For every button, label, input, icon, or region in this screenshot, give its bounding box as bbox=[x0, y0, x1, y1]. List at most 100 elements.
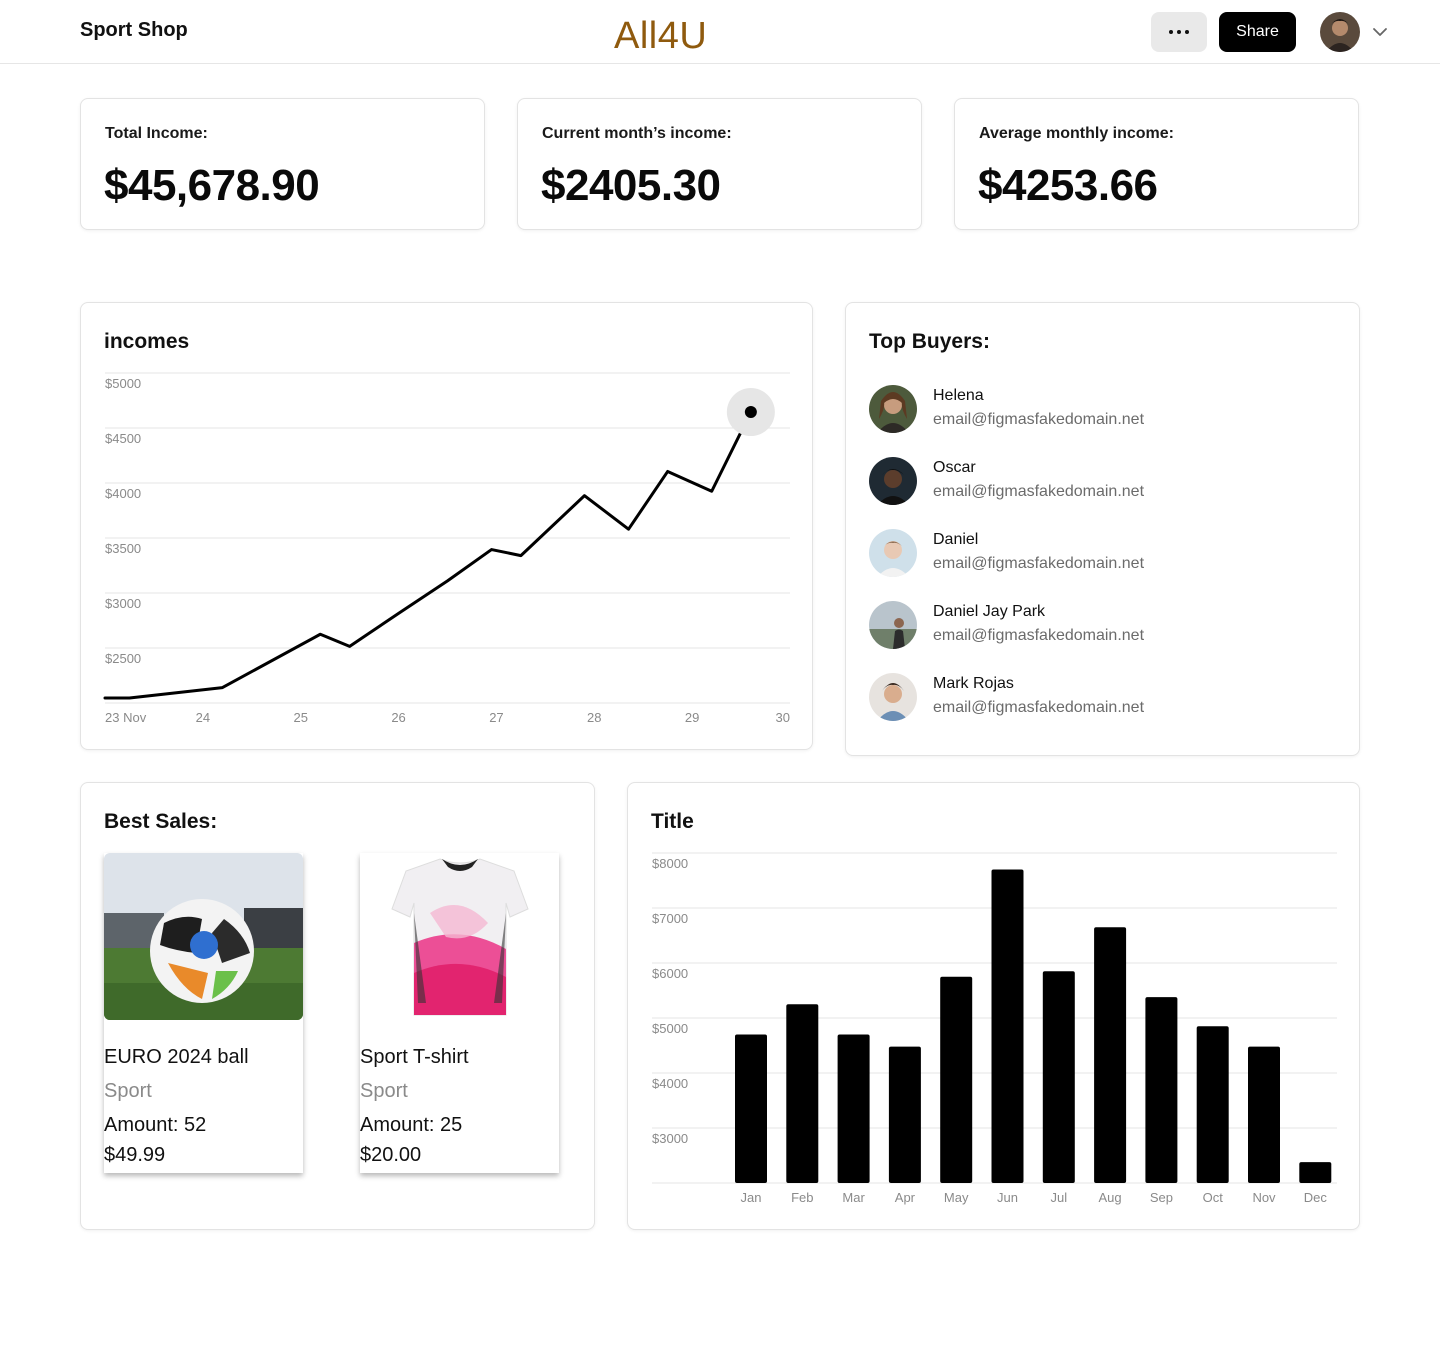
stat-value: $2405.30 bbox=[541, 161, 721, 210]
x-tick-label: 30 bbox=[776, 710, 790, 725]
product-image bbox=[104, 853, 303, 1020]
buyer-email: email@figmasfakedomain.net bbox=[933, 483, 1145, 500]
more-options-button[interactable] bbox=[1151, 12, 1207, 52]
buyer-email: email@figmasfakedomain.net bbox=[933, 555, 1145, 572]
stat-value: $45,678.90 bbox=[104, 161, 320, 210]
x-tick-label: Sep bbox=[1150, 1190, 1173, 1205]
monthly-bar-chart-card: Title $8000 $7000 $6000 $5000 $4000 $3000 Jan F… bbox=[627, 782, 1360, 1230]
x-tick-label: Oct bbox=[1203, 1190, 1224, 1205]
product-category: Sport bbox=[104, 1080, 152, 1102]
buyer-item[interactable]: Oscar email@figmasfakedomain.net bbox=[869, 457, 1269, 505]
chevron-down-icon[interactable] bbox=[1370, 22, 1390, 42]
bar-apr bbox=[888, 1046, 921, 1183]
product-amount: Amount: 25 bbox=[360, 1114, 463, 1136]
product-name: Sport T-shirt bbox=[360, 1046, 469, 1068]
x-tick-label: Jul bbox=[1050, 1190, 1067, 1205]
y-tick-label: $4500 bbox=[105, 431, 141, 446]
buyer-name: Mark Rojas bbox=[933, 675, 1014, 692]
product-name: EURO 2024 ball bbox=[104, 1046, 249, 1068]
y-tick-label: $5000 bbox=[652, 1021, 688, 1036]
bar-nov bbox=[1248, 1046, 1280, 1183]
y-tick-label: $3000 bbox=[105, 596, 141, 611]
product-image bbox=[360, 853, 559, 1020]
x-tick-label: Feb bbox=[791, 1190, 813, 1205]
x-tick-label: 23 Nov bbox=[105, 710, 147, 725]
best-sales-card: Best Sales: EURO 2024 ball Sport Amount:… bbox=[80, 782, 595, 1230]
user-avatar[interactable] bbox=[1320, 12, 1360, 52]
stat-label: Average monthly income: bbox=[979, 125, 1175, 142]
incomes-line-chart: $5000 $4500 $4000 $3500 $3000 $2500 23 Nov 24 25… bbox=[103, 372, 790, 725]
buyer-item[interactable]: Helena email@figmasfakedomain.net bbox=[869, 385, 1269, 433]
buyer-name: Daniel Jay Park bbox=[933, 603, 1046, 620]
buyer-item[interactable]: Daniel email@figmasfakedomain.net bbox=[869, 529, 1269, 577]
avatar bbox=[869, 385, 917, 433]
current-month-income-card: Current month’s income: $2405.30 bbox=[517, 98, 922, 230]
stat-label: Current month’s income: bbox=[542, 125, 732, 142]
y-tick-label: $3000 bbox=[652, 1131, 688, 1146]
top-bar: Sport Shop All4U Share bbox=[0, 0, 1440, 64]
incomes-chart-card: incomes $5000 $4500 $4000 $3500 $3000 $2500 23… bbox=[80, 302, 813, 750]
total-income-card: Total Income: $45,678.90 bbox=[80, 98, 485, 230]
avatar bbox=[869, 673, 917, 721]
x-tick-label: 26 bbox=[391, 710, 405, 725]
buyer-email: email@figmasfakedomain.net bbox=[933, 699, 1145, 716]
avatar bbox=[869, 529, 917, 577]
x-tick-label: Dec bbox=[1304, 1190, 1328, 1205]
y-tick-label: $7000 bbox=[652, 911, 688, 926]
monthly-bar-chart: $8000 $7000 $6000 $5000 $4000 $3000 Jan Feb Mar A… bbox=[652, 852, 1337, 1205]
x-tick-label: 25 bbox=[293, 710, 307, 725]
product-card[interactable]: Sport T-shirt Sport Amount: 25 $20.00 bbox=[360, 853, 559, 1173]
bar-jul bbox=[1042, 971, 1075, 1183]
buyer-item[interactable]: Mark Rojas email@figmasfakedomain.net bbox=[869, 673, 1269, 721]
y-tick-label: $6000 bbox=[652, 966, 688, 981]
y-tick-label: $8000 bbox=[652, 856, 688, 871]
x-tick-label: Jun bbox=[997, 1190, 1018, 1205]
x-tick-label: Jan bbox=[741, 1190, 762, 1205]
product-category: Sport bbox=[360, 1080, 408, 1102]
x-tick-label: Mar bbox=[842, 1190, 865, 1205]
stat-label: Total Income: bbox=[105, 125, 208, 142]
highlight-point bbox=[744, 406, 757, 419]
bar-jun bbox=[991, 869, 1024, 1183]
income-series-line bbox=[103, 410, 753, 700]
share-button[interactable]: Share bbox=[1219, 12, 1296, 52]
x-tick-label: Nov bbox=[1252, 1190, 1276, 1205]
x-tick-label: 28 bbox=[587, 710, 601, 725]
y-tick-label: $2500 bbox=[105, 651, 141, 666]
buyer-name: Helena bbox=[933, 387, 984, 404]
avatar bbox=[869, 601, 917, 649]
buyer-name: Daniel bbox=[933, 531, 979, 548]
buyer-name: Oscar bbox=[933, 459, 976, 476]
x-tick-label: Aug bbox=[1099, 1190, 1122, 1205]
y-tick-label: $4000 bbox=[652, 1076, 688, 1091]
buyer-email: email@figmasfakedomain.net bbox=[933, 411, 1145, 428]
best-sales-title: Best Sales: bbox=[104, 810, 218, 833]
bar-sep bbox=[1145, 997, 1178, 1183]
y-tick-label: $4000 bbox=[105, 486, 141, 501]
bar-may bbox=[940, 976, 973, 1183]
bar-feb bbox=[786, 1004, 819, 1183]
top-buyers-title: Top Buyers: bbox=[869, 330, 990, 353]
x-tick-label: 24 bbox=[196, 710, 210, 725]
y-tick-label: $3500 bbox=[105, 541, 141, 556]
x-tick-label: 29 bbox=[685, 710, 699, 725]
product-price: $49.99 bbox=[104, 1144, 166, 1166]
product-amount: Amount: 52 bbox=[104, 1114, 207, 1136]
bar-aug bbox=[1094, 927, 1127, 1183]
x-tick-label: Apr bbox=[895, 1190, 916, 1205]
bar-dec bbox=[1299, 1162, 1332, 1183]
product-card[interactable]: EURO 2024 ball Sport Amount: 52 $49.99 bbox=[104, 853, 303, 1173]
top-buyers-card: Top Buyers: Helena email@figmasfakedomai… bbox=[845, 302, 1360, 756]
x-tick-label: May bbox=[944, 1190, 969, 1205]
x-tick-label: 27 bbox=[489, 710, 503, 725]
buyer-item[interactable]: Daniel Jay Park email@figmasfakedomain.n… bbox=[869, 601, 1269, 649]
product-price: $20.00 bbox=[360, 1144, 422, 1166]
stat-value: $4253.66 bbox=[978, 161, 1158, 210]
app-logo: All4U bbox=[614, 15, 708, 57]
y-tick-label: $5000 bbox=[105, 376, 141, 391]
more-horizontal-icon bbox=[1169, 30, 1173, 34]
bar-mar bbox=[837, 1034, 870, 1183]
buyer-email: email@figmasfakedomain.net bbox=[933, 627, 1145, 644]
average-monthly-income-card: Average monthly income: $4253.66 bbox=[954, 98, 1359, 230]
app-brand: Sport Shop bbox=[80, 19, 188, 41]
